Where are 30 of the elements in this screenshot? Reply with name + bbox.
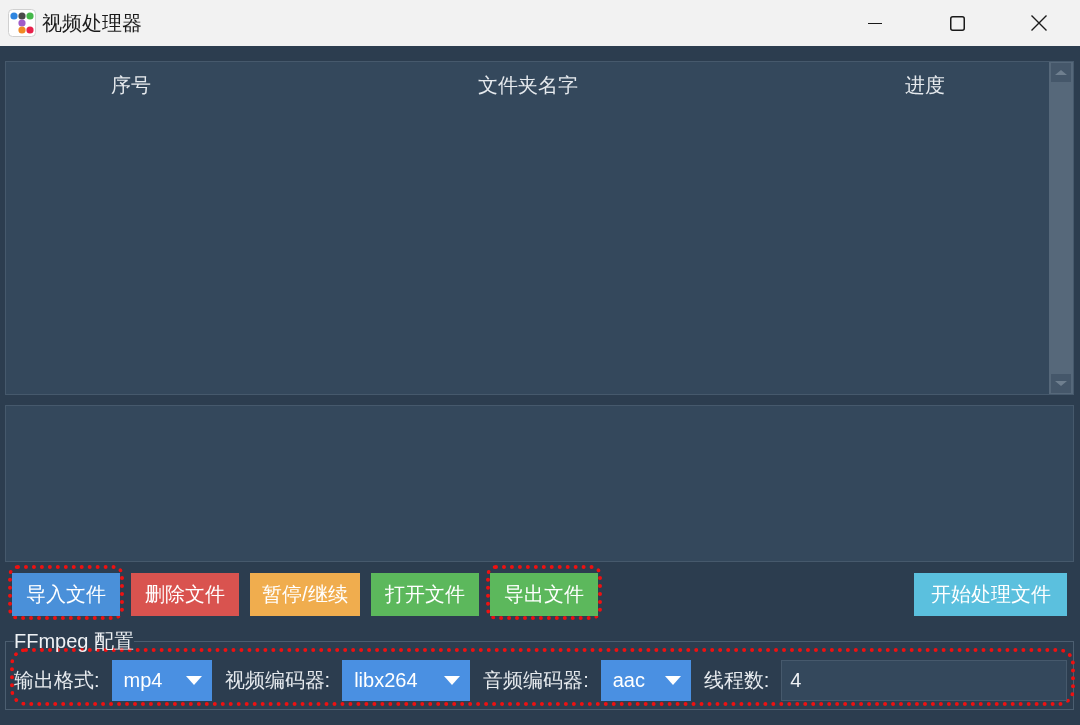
scroll-up-icon[interactable]: [1051, 63, 1071, 82]
column-header[interactable]: 文件夹名字: [477, 73, 578, 97]
dropdown[interactable]: mp4: [111, 660, 212, 701]
start-button[interactable]: 开始处理文件: [914, 573, 1067, 616]
action-button[interactable]: 删除文件: [131, 573, 239, 616]
close-icon: [1031, 15, 1047, 31]
action-button[interactable]: 导入文件: [12, 573, 120, 616]
text-input-field[interactable]: 4: [781, 660, 1067, 701]
dropdown[interactable]: aac: [600, 660, 691, 701]
caret-icon: [185, 676, 202, 685]
action-button[interactable]: 导出文件: [489, 573, 598, 616]
colored-dots-icon: [8, 9, 36, 37]
caret-icon: [444, 676, 461, 685]
field-label: 音频编码器:: [483, 668, 589, 693]
field-label: 视频编码器:: [224, 668, 331, 693]
column-header[interactable]: 进度: [904, 73, 945, 97]
column-header[interactable]: 序号: [110, 73, 151, 97]
vertical-scrollbar[interactable]: [1049, 62, 1073, 394]
field-label: 输出格式:: [14, 668, 100, 693]
dropdown[interactable]: libx264: [342, 660, 471, 701]
maximize-icon: [949, 15, 965, 31]
group-title: FFmpeg 配置: [14, 630, 135, 652]
field-label: 线程数:: [703, 668, 770, 693]
action-button[interactable]: 暂停/继续: [250, 573, 360, 616]
action-button[interactable]: 打开文件: [370, 573, 479, 616]
window-title: 视频处理器: [42, 11, 142, 36]
log-text-area[interactable]: [5, 405, 1074, 562]
scroll-down-icon[interactable]: [1051, 374, 1071, 393]
caret-icon: [664, 676, 681, 685]
minimize-icon: [868, 22, 882, 24]
